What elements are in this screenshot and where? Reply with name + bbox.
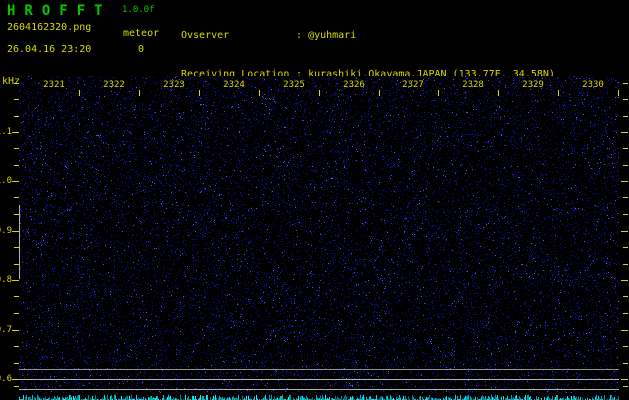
freq-minor-tick-right <box>623 148 628 149</box>
meteor-count-value: 0 <box>138 44 144 55</box>
freq-tick-label: 0.8 <box>0 275 12 285</box>
time-tick-label: 2321 <box>42 80 66 90</box>
freq-minor-tick-left <box>14 197 19 198</box>
y-axis-unit-label: kHz <box>2 76 20 87</box>
time-tick-label: 2324 <box>222 80 246 90</box>
time-tick <box>438 90 439 96</box>
freq-minor-tick-right <box>623 214 628 215</box>
freq-minor-tick-right <box>623 386 628 387</box>
observation-datetime: 26.04.16 23:20 <box>7 44 91 55</box>
time-tick <box>199 90 200 96</box>
freq-minor-tick-left <box>14 83 19 84</box>
freq-minor-tick-right <box>623 346 628 347</box>
spectrogram-noise-field <box>19 76 619 393</box>
freq-minor-tick-right <box>623 197 628 198</box>
freq-minor-tick-left <box>14 99 19 100</box>
freq-tick-label: 0.9 <box>0 226 12 236</box>
freq-minor-tick-right <box>623 296 628 297</box>
info-label: Ovserver <box>181 29 296 42</box>
carrier-line-center <box>19 379 619 380</box>
time-tick-label: 2330 <box>581 80 605 90</box>
time-tick-label: 2327 <box>401 80 425 90</box>
time-tick-label: 2329 <box>521 80 545 90</box>
freq-major-tick-left <box>12 280 19 281</box>
freq-major-tick-left <box>12 181 19 182</box>
freq-minor-tick-left <box>14 386 19 387</box>
freq-minor-tick-left <box>14 296 19 297</box>
startup-burst-line <box>19 205 20 279</box>
time-tick-label: 2325 <box>282 80 306 90</box>
freq-tick-label: 0.7 <box>0 325 12 335</box>
freq-minor-tick-left <box>14 313 19 314</box>
freq-major-tick-left <box>12 330 19 331</box>
freq-minor-tick-right <box>623 165 628 166</box>
freq-minor-tick-right <box>623 264 628 265</box>
time-tick-label: 2326 <box>342 80 366 90</box>
time-tick-label: 2323 <box>162 80 186 90</box>
info-separator: : <box>296 30 302 41</box>
freq-major-tick-right <box>621 379 628 380</box>
freq-major-tick-left <box>12 132 19 133</box>
freq-minor-tick-right <box>623 313 628 314</box>
freq-minor-tick-right <box>623 247 628 248</box>
time-tick <box>498 90 499 96</box>
info-value: @yuhmari <box>308 30 356 41</box>
freq-minor-tick-right <box>623 116 628 117</box>
carrier-line-lower <box>19 389 619 390</box>
hrofft-screen: { "app": { "title": "HROFFT", "version":… <box>0 0 629 400</box>
freq-minor-tick-left <box>14 116 19 117</box>
freq-major-tick-right <box>621 280 628 281</box>
freq-tick-label: 1.1 <box>0 127 12 137</box>
freq-major-tick-left <box>12 379 19 380</box>
signal-strength-strip <box>19 393 619 400</box>
freq-minor-tick-right <box>623 83 628 84</box>
info-row-observer: Ovserver: @yuhmari <box>181 29 555 42</box>
carrier-line-upper <box>19 369 619 370</box>
freq-major-tick-right <box>621 181 628 182</box>
app-version: 1.0.0f <box>122 5 155 15</box>
freq-major-tick-right <box>621 231 628 232</box>
freq-major-tick-right <box>621 132 628 133</box>
freq-minor-tick-left <box>14 165 19 166</box>
app-title: HROFFT <box>7 3 112 19</box>
freq-tick-label: 1.0 <box>0 176 12 186</box>
freq-minor-tick-left <box>14 346 19 347</box>
freq-minor-tick-left <box>14 148 19 149</box>
freq-tick-label: 0.6 <box>0 374 12 384</box>
time-tick <box>618 90 619 96</box>
time-tick-label: 2328 <box>461 80 485 90</box>
time-tick-label: 2322 <box>102 80 126 90</box>
output-filename: 2604162320.png <box>7 22 91 33</box>
freq-minor-tick-left <box>14 363 19 364</box>
time-tick <box>139 90 140 96</box>
time-tick <box>79 90 80 96</box>
meteor-count-label: meteor <box>123 28 159 39</box>
time-tick <box>319 90 320 96</box>
freq-major-tick-left <box>12 231 19 232</box>
freq-major-tick-right <box>621 330 628 331</box>
time-tick <box>379 90 380 96</box>
freq-minor-tick-right <box>623 363 628 364</box>
time-tick <box>259 90 260 96</box>
freq-minor-tick-right <box>623 99 628 100</box>
time-tick <box>558 90 559 96</box>
